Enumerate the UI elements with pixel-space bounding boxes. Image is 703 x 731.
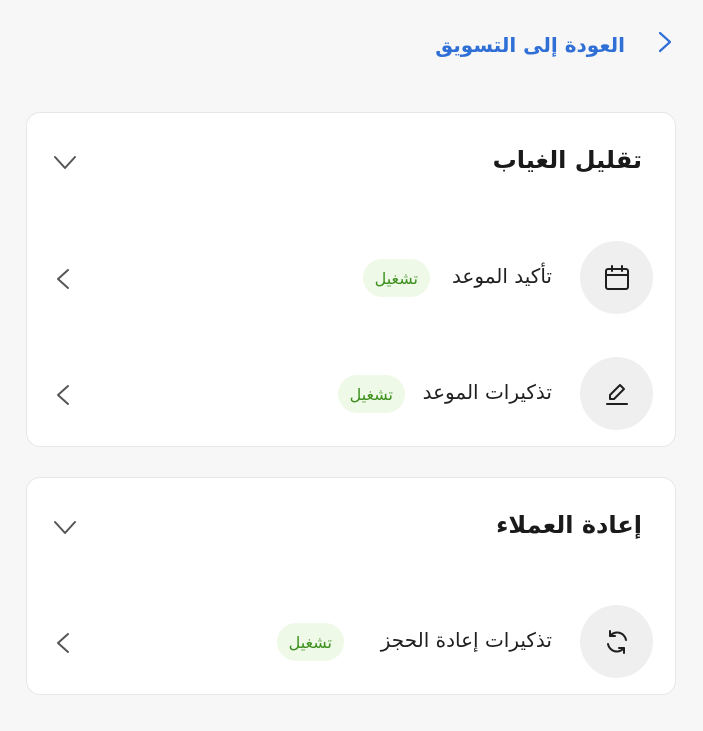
pencil-icon bbox=[580, 357, 653, 430]
section-card-bring-back-clients: إعادة العملاء تذكيرات إعادة الحجز تشغيل bbox=[26, 477, 676, 695]
chevron-left-icon bbox=[55, 383, 71, 407]
section-header[interactable]: إعادة العملاء bbox=[27, 478, 675, 578]
section-title: إعادة العملاء bbox=[496, 511, 642, 539]
back-link-label: العودة إلى التسويق bbox=[435, 32, 625, 57]
chevron-down-icon[interactable] bbox=[53, 153, 77, 173]
list-item-appointment-reminders[interactable]: تذكيرات الموعد تشغيل bbox=[27, 345, 675, 441]
automations-page: العودة إلى التسويق تقليل الغياب تأكيد ال… bbox=[0, 0, 703, 731]
status-badge: تشغيل bbox=[276, 623, 344, 661]
section-title: تقليل الغياب bbox=[492, 146, 642, 174]
status-badge: تشغيل bbox=[362, 259, 430, 297]
item-label: تذكيرات الموعد bbox=[422, 380, 552, 404]
list-item-appointment-confirmation[interactable]: تأكيد الموعد تشغيل bbox=[27, 229, 675, 325]
chevron-right-icon bbox=[655, 30, 675, 59]
back-to-marketing-link[interactable]: العودة إلى التسويق bbox=[435, 30, 675, 59]
chevron-left-icon bbox=[55, 631, 71, 655]
item-label: تذكيرات إعادة الحجز bbox=[380, 628, 552, 652]
refresh-icon bbox=[580, 605, 653, 678]
calendar-icon bbox=[580, 241, 653, 314]
chevron-left-icon bbox=[55, 267, 71, 291]
status-badge: تشغيل bbox=[337, 375, 405, 413]
section-card-reduce-no-shows: تقليل الغياب تأكيد الموعد تشغيل تذكيرات … bbox=[26, 112, 676, 447]
chevron-down-icon[interactable] bbox=[53, 518, 77, 538]
list-item-rebooking-reminders[interactable]: تذكيرات إعادة الحجز تشغيل bbox=[27, 593, 675, 689]
section-header[interactable]: تقليل الغياب bbox=[27, 113, 675, 213]
item-label: تأكيد الموعد bbox=[451, 264, 552, 288]
